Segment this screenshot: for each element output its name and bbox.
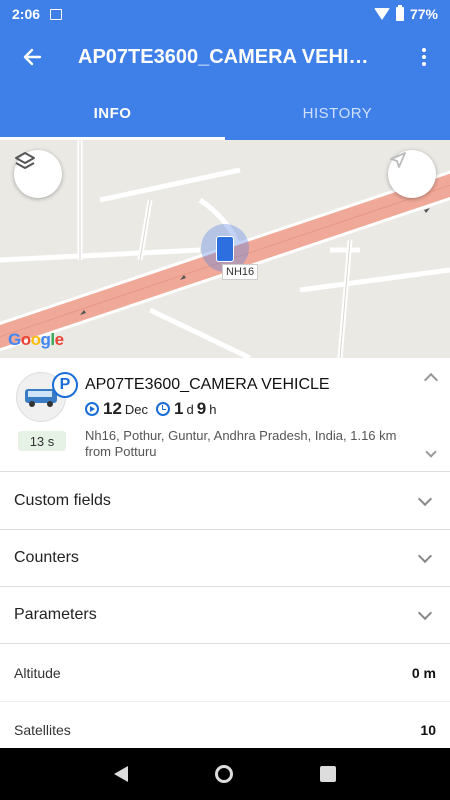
parameter-value: 0 m bbox=[411, 665, 436, 681]
vehicle-marker-icon[interactable] bbox=[216, 236, 234, 262]
tab-history[interactable]: HISTORY bbox=[225, 86, 450, 140]
clock-icon bbox=[156, 402, 171, 416]
nav-home-icon[interactable] bbox=[214, 765, 233, 783]
chevron-down-icon bbox=[417, 548, 433, 564]
parameter-row-altitude: Altitude 0 m bbox=[0, 645, 450, 702]
play-circle-icon bbox=[85, 402, 99, 416]
section-counters[interactable]: Counters bbox=[0, 530, 450, 587]
arrow-left-icon bbox=[23, 48, 42, 66]
section-label: Custom fields bbox=[14, 492, 111, 509]
map-view[interactable]: NH16 Google bbox=[0, 140, 450, 358]
chevron-down-icon bbox=[417, 491, 433, 507]
road-label: NH16 bbox=[222, 264, 259, 280]
section-parameters[interactable]: Parameters bbox=[0, 587, 450, 644]
duration-days-unit: d bbox=[186, 401, 194, 417]
vehicle-address: Nh16, Pothur, Guntur, Andhra Pradesh, In… bbox=[85, 428, 397, 459]
parking-status-badge: P bbox=[52, 372, 78, 398]
date-day: 12 bbox=[103, 399, 122, 418]
image-notification-icon bbox=[50, 8, 63, 20]
duration-hours: 9 bbox=[196, 399, 207, 418]
status-right: 77% bbox=[373, 5, 438, 22]
locate-button[interactable] bbox=[388, 150, 436, 198]
page-title: AP07TE3600_CAMERA VEHICLE bbox=[78, 45, 378, 68]
nav-recents-icon[interactable] bbox=[320, 766, 337, 782]
app-toolbar: AP07TE3600_CAMERA VEHICLE bbox=[0, 28, 450, 86]
last-update-badge: 13 s bbox=[18, 431, 66, 451]
vehicle-card[interactable]: P 13 s AP07TE3600_CAMERA VEHICLE 12 Dec … bbox=[0, 358, 450, 472]
chevron-down-icon bbox=[417, 605, 433, 621]
section-custom-fields[interactable]: Custom fields bbox=[0, 473, 450, 530]
navigation-arrow-icon bbox=[390, 152, 406, 168]
section-label: Counters bbox=[14, 549, 79, 566]
battery-percent: 77% bbox=[409, 6, 438, 22]
more-vert-icon[interactable] bbox=[398, 48, 450, 66]
wifi-icon bbox=[373, 8, 390, 20]
vehicle-name: AP07TE3600_CAMERA VEHICLE bbox=[85, 376, 330, 393]
layers-button[interactable] bbox=[14, 150, 62, 198]
status-bar: 2:06 77% bbox=[0, 0, 450, 28]
duration-hours-unit: h bbox=[209, 401, 217, 417]
vehicle-meta: 12 Dec 1 d 9 h bbox=[85, 399, 224, 419]
battery-icon bbox=[395, 5, 404, 21]
duration-days: 1 bbox=[174, 399, 184, 418]
parameter-label: Altitude bbox=[14, 665, 61, 681]
back-button[interactable] bbox=[0, 47, 64, 67]
system-nav-bar bbox=[0, 748, 450, 800]
nav-back-icon[interactable] bbox=[113, 766, 128, 782]
parameter-value: 10 bbox=[420, 722, 436, 738]
google-logo: Google bbox=[8, 330, 64, 349]
section-label: Parameters bbox=[14, 606, 97, 623]
tab-info[interactable]: INFO bbox=[0, 86, 225, 140]
layers-icon bbox=[15, 152, 35, 169]
tab-bar: INFO HISTORY bbox=[0, 86, 450, 140]
parameter-label: Satellites bbox=[14, 722, 71, 738]
date-month: Dec bbox=[124, 401, 149, 417]
status-time: 2:06 bbox=[12, 6, 41, 22]
